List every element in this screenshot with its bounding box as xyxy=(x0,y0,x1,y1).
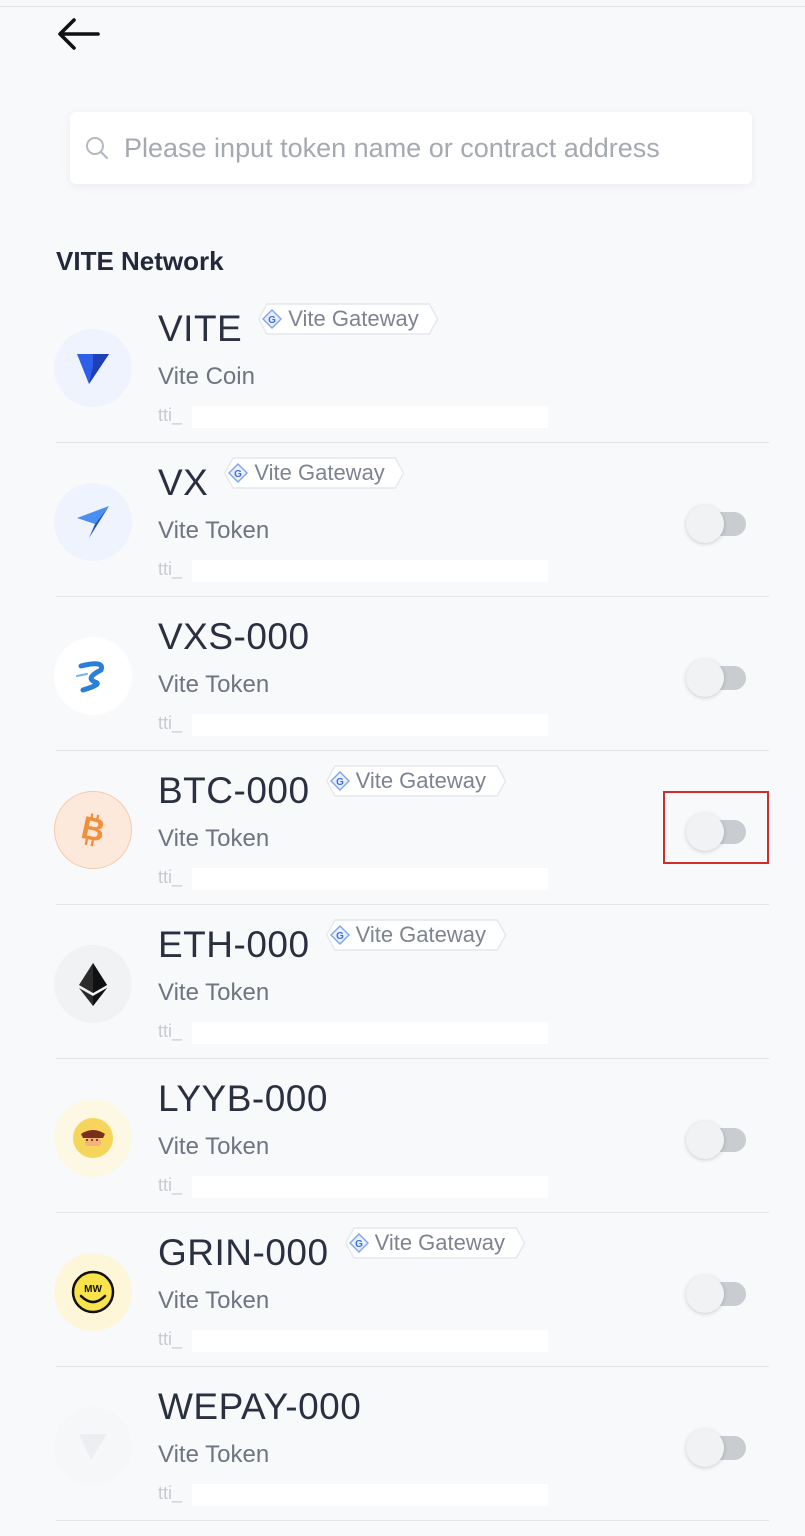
token-subname: Vite Token xyxy=(158,1287,270,1314)
token-subname: Vite Token xyxy=(158,1441,270,1468)
vx-logo-icon xyxy=(54,483,132,561)
address-redaction xyxy=(192,868,548,890)
gateway-label: Vite Gateway xyxy=(288,306,419,331)
token-subname: Vite Token xyxy=(158,517,270,544)
address-redaction xyxy=(192,1484,548,1506)
token-name: VXS-000 xyxy=(158,616,310,657)
token-address: tti_ xyxy=(158,1483,183,1503)
svg-text:G: G xyxy=(268,315,276,326)
token-name: LYYB-000 xyxy=(158,1078,328,1119)
search-input[interactable] xyxy=(124,132,752,164)
token-address: tti_ xyxy=(158,1175,183,1195)
token-address: tti_ xyxy=(158,559,183,579)
back-button[interactable] xyxy=(56,12,112,56)
status-divider xyxy=(0,6,805,7)
svg-text:G: G xyxy=(336,777,344,788)
gateway-label: Vite Gateway xyxy=(355,768,487,793)
gateway-badge: G Vite Gateway xyxy=(324,919,506,951)
svg-text:G: G xyxy=(355,1239,363,1250)
token-address: tti_ xyxy=(158,1329,183,1349)
vite-logo-icon xyxy=(54,329,132,407)
token-toggle[interactable] xyxy=(686,1275,748,1315)
arrow-left-icon xyxy=(58,18,100,50)
token-name: BTC-000 xyxy=(158,770,310,811)
token-list: VITE G Vite Gateway Vite Coin tti_ VX G … xyxy=(0,289,805,1521)
ethereum-logo-icon xyxy=(54,945,132,1023)
gateway-label: Vite Gateway xyxy=(355,922,487,947)
token-address: tti_ xyxy=(158,867,183,887)
address-redaction xyxy=(192,406,548,428)
token-subname: Vite Token xyxy=(158,825,270,852)
token-toggle[interactable] xyxy=(686,659,748,699)
highlight-box xyxy=(663,791,769,864)
gateway-badge: G Vite Gateway xyxy=(343,1227,525,1259)
gateway-label: Vite Gateway xyxy=(374,1230,506,1255)
search-box[interactable] xyxy=(70,112,752,184)
lyyb-logo-icon xyxy=(54,1099,132,1177)
token-row-wepay[interactable]: WEPAY-000 Vite Token tti_ xyxy=(0,1367,805,1521)
token-subname: Vite Token xyxy=(158,979,270,1006)
svg-text:G: G xyxy=(234,469,242,480)
gateway-g-icon: G xyxy=(228,463,249,483)
bitcoin-logo-icon: B xyxy=(54,791,132,869)
token-subname: Vite Token xyxy=(158,1133,270,1160)
token-subname: Vite Token xyxy=(158,671,270,698)
token-row-vx[interactable]: VX G Vite Gateway Vite Token tti_ xyxy=(0,443,805,597)
token-row-grin[interactable]: MW GRIN-000 G Vite Gateway Vite Token tt… xyxy=(0,1213,805,1367)
gateway-g-icon: G xyxy=(348,1233,369,1253)
gateway-label: Vite Gateway xyxy=(254,460,385,485)
token-row-lyyb[interactable]: LYYB-000 Vite Token tti_ xyxy=(0,1059,805,1213)
address-redaction xyxy=(192,1176,548,1198)
token-subname: Vite Coin xyxy=(158,363,255,390)
token-toggle[interactable] xyxy=(686,505,748,545)
address-redaction xyxy=(192,1022,548,1044)
token-toggle[interactable] xyxy=(686,1121,748,1161)
token-address: tti_ xyxy=(158,405,183,425)
gateway-badge: G Vite Gateway xyxy=(222,457,405,489)
address-redaction xyxy=(192,714,548,736)
token-name: ETH-000 xyxy=(158,924,310,965)
gateway-badge: G Vite Gateway xyxy=(324,765,506,797)
address-redaction xyxy=(192,1330,548,1352)
gateway-g-icon: G xyxy=(329,771,350,791)
add-token-screen: VITE Network VITE G Vite Gateway Vite Co… xyxy=(0,0,805,1536)
token-name: VX xyxy=(158,462,209,503)
token-name: VITE xyxy=(158,308,243,349)
gateway-badge: G Vite Gateway xyxy=(256,303,439,335)
search-icon xyxy=(84,135,110,161)
token-row-vxs[interactable]: VXS-000 Vite Token tti_ xyxy=(0,597,805,751)
token-address: tti_ xyxy=(158,713,183,733)
token-name: WEPAY-000 xyxy=(158,1386,362,1427)
vxs-logo-icon xyxy=(54,637,132,715)
token-toggle[interactable] xyxy=(686,1429,748,1469)
wepay-logo-icon xyxy=(54,1407,132,1485)
svg-text:G: G xyxy=(336,931,344,942)
token-row-eth[interactable]: ETH-000 G Vite Gateway Vite Token tti_ xyxy=(0,905,805,1059)
svg-text:MW: MW xyxy=(84,1284,102,1295)
token-name: GRIN-000 xyxy=(158,1232,329,1273)
token-address: tti_ xyxy=(158,1021,183,1041)
grin-logo-icon: MW xyxy=(54,1253,132,1331)
token-row-vite[interactable]: VITE G Vite Gateway Vite Coin tti_ xyxy=(0,289,805,443)
address-redaction xyxy=(192,560,548,582)
gateway-g-icon: G xyxy=(329,925,350,945)
gateway-g-icon: G xyxy=(262,309,283,329)
section-title: VITE Network xyxy=(56,246,224,276)
